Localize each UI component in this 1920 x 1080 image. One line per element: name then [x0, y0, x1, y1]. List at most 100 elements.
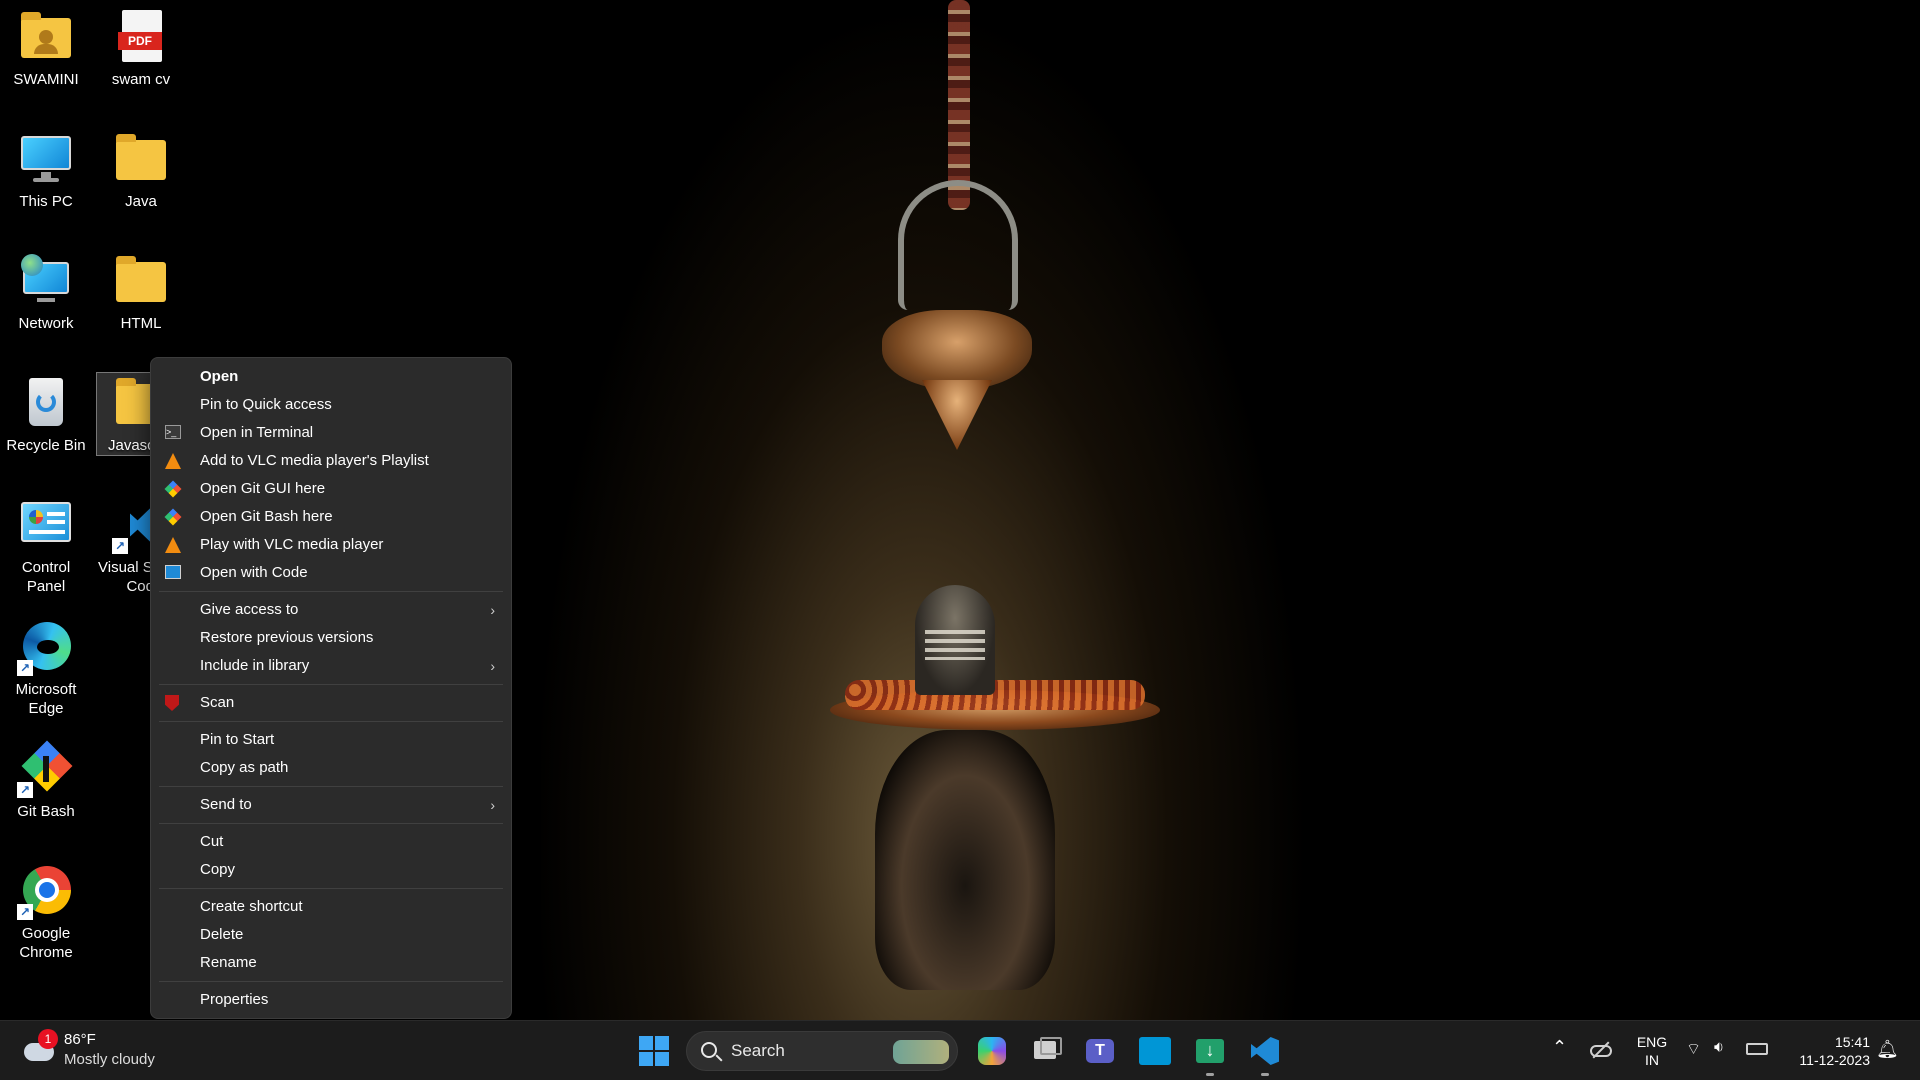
- menu-item-label: Add to VLC media player's Playlist: [200, 452, 429, 469]
- region-code: IN: [1645, 1052, 1659, 1068]
- menu-separator: [159, 684, 503, 685]
- desktop-icon-label: Java: [125, 193, 157, 210]
- desktop-icon-label: Control Panel: [21, 559, 71, 595]
- menu-item-label: Open Git Bash here: [200, 508, 333, 525]
- language-code: ENG: [1636, 1034, 1668, 1050]
- wifi-icon[interactable]: ⌔: [1686, 1039, 1701, 1059]
- menu-item-send-to[interactable]: Send to ›: [155, 791, 507, 819]
- vlc-icon: [165, 453, 181, 469]
- menu-item-restore-previous-versions[interactable]: Restore previous versions: [155, 624, 507, 652]
- desktop-icon-control-panel[interactable]: Control Panel: [1, 498, 91, 596]
- menu-item-cut[interactable]: Cut: [155, 828, 507, 856]
- edge-icon: ↗: [17, 620, 73, 676]
- desktop-icon-label: swam cv: [111, 71, 171, 88]
- menu-item-copy-as-path[interactable]: Copy as path: [155, 754, 507, 782]
- desktop-icon-label: Recycle Bin: [6, 437, 86, 454]
- menu-item-play-with-vlc-media-player[interactable]: Play with VLC media player: [155, 531, 507, 559]
- weather-widget[interactable]: 1 86°F Mostly cloudy: [20, 1029, 190, 1071]
- menu-item-open-git-bash-here[interactable]: Open Git Bash here: [155, 503, 507, 531]
- context-menu: Open Pin to Quick access >_ Open in Termina…: [150, 357, 512, 1019]
- copilot-icon: [978, 1037, 1006, 1065]
- menu-item-open-with-code[interactable]: Open with Code: [155, 559, 507, 587]
- menu-item-create-shortcut[interactable]: Create shortcut: [155, 893, 507, 921]
- desktop-icon-chrome[interactable]: ↗ Google Chrome: [1, 864, 91, 962]
- vscode-icon: [165, 565, 181, 581]
- language-indicator[interactable]: ENG IN: [1634, 1033, 1670, 1069]
- chevron-right-icon: ›: [490, 797, 495, 813]
- folder-icon: [114, 132, 168, 186]
- menu-item-label: Restore previous versions: [200, 629, 374, 646]
- weather-temp: 86°F: [64, 1031, 96, 1048]
- menu-item-copy[interactable]: Copy: [155, 856, 507, 884]
- shortcut-arrow-icon: ↗: [17, 904, 33, 920]
- onedrive-offline-icon[interactable]: [1590, 1041, 1612, 1059]
- menu-item-open-in-terminal[interactable]: >_ Open in Terminal: [155, 419, 507, 447]
- desktop-icon-recycle-bin[interactable]: Recycle Bin: [1, 376, 91, 455]
- taskbar-search[interactable]: Search: [686, 1031, 958, 1071]
- desktop-icon-label: Git Bash: [17, 803, 75, 820]
- menu-item-scan[interactable]: Scan: [155, 689, 507, 717]
- desktop-icon-git-bash[interactable]: ↗ Git Bash: [1, 740, 91, 821]
- desktop-icon-java[interactable]: Java: [96, 132, 186, 211]
- menu-item-rename[interactable]: Rename: [155, 949, 507, 977]
- control-panel-icon: [19, 498, 73, 552]
- battery-icon[interactable]: [1746, 1043, 1768, 1055]
- menu-item-add-to-vlc-media-player-s-playlist[interactable]: Add to VLC media player's Playlist: [155, 447, 507, 475]
- menu-separator: [159, 981, 503, 982]
- chevron-up-icon[interactable]: ⌃: [1552, 1037, 1567, 1058]
- menu-item-open-git-gui-here[interactable]: Open Git GUI here: [155, 475, 507, 503]
- desktop-icon-label-line2: Edge: [28, 700, 64, 717]
- notification-bell-icon[interactable]: 🔔︎: [1876, 1039, 1899, 1060]
- menu-item-pin-to-quick-access[interactable]: Pin to Quick access: [155, 391, 507, 419]
- menu-item-label: Open: [200, 368, 239, 385]
- menu-item-open[interactable]: Open: [155, 363, 507, 391]
- task-view-button[interactable]: [1028, 1033, 1064, 1069]
- menu-item-label: Open Git GUI here: [200, 480, 326, 497]
- chrome-icon: ↗: [17, 864, 73, 920]
- menu-separator: [159, 786, 503, 787]
- menu-item-label: Properties: [200, 991, 269, 1008]
- menu-item-label: Cut: [200, 833, 224, 850]
- desktop-icon-label: SWAMINI: [13, 71, 79, 88]
- menu-separator: [159, 823, 503, 824]
- desktop-icon-swam-cv[interactable]: PDF swam cv: [96, 10, 186, 89]
- network-icon: [19, 254, 73, 308]
- start-button[interactable]: [636, 1033, 672, 1069]
- teams-icon: T: [1086, 1039, 1114, 1063]
- desktop-icon-swamini[interactable]: SWAMINI: [1, 10, 91, 89]
- folder-icon: [114, 254, 168, 308]
- menu-item-label: Scan: [200, 694, 235, 711]
- recycle-bin-icon: [19, 376, 73, 430]
- git-icon: [164, 508, 182, 526]
- chevron-right-icon: ›: [490, 658, 495, 674]
- desktop-icon-html[interactable]: HTML: [96, 254, 186, 333]
- menu-item-properties[interactable]: Properties: [155, 986, 507, 1014]
- windows-start-icon: [639, 1036, 669, 1066]
- pdf-file-icon: PDF: [114, 10, 168, 64]
- menu-separator: [159, 721, 503, 722]
- menu-item-label: Play with VLC media player: [200, 536, 384, 553]
- desktop-icon-network[interactable]: Network: [1, 254, 91, 333]
- clock[interactable]: 15:41 11-12-2023: [1782, 1033, 1870, 1069]
- menu-item-give-access-to[interactable]: Give access to ›: [155, 596, 507, 624]
- desktop-icon-edge[interactable]: ↗ Microsoft Edge: [1, 620, 91, 718]
- volume-icon[interactable]: 🔉︎: [1714, 1039, 1724, 1057]
- menu-item-label: Open in Terminal: [200, 424, 314, 441]
- desktop-icon-this-pc[interactable]: This PC: [1, 132, 91, 211]
- menu-item-include-in-library[interactable]: Include in library ›: [155, 652, 507, 680]
- search-label: Search: [731, 1041, 785, 1060]
- teams-button[interactable]: T: [1082, 1033, 1118, 1069]
- copilot-button[interactable]: [974, 1033, 1010, 1069]
- menu-item-delete[interactable]: Delete: [155, 921, 507, 949]
- downloads-button[interactable]: ↓: [1192, 1033, 1228, 1069]
- myhp-icon: [1139, 1037, 1171, 1065]
- desktop: SWAMINI PDF swam cv This PC Java Network…: [0, 0, 1920, 1020]
- vscode-icon: [1251, 1037, 1279, 1065]
- menu-item-label: Copy: [200, 861, 236, 878]
- vlc-icon: [165, 537, 181, 553]
- menu-item-label: Open with Code: [200, 564, 308, 581]
- menu-item-label: Send to: [200, 796, 252, 813]
- vscode-taskbar-button[interactable]: [1247, 1033, 1283, 1069]
- menu-item-pin-to-start[interactable]: Pin to Start: [155, 726, 507, 754]
- myhp-button[interactable]: [1137, 1033, 1173, 1069]
